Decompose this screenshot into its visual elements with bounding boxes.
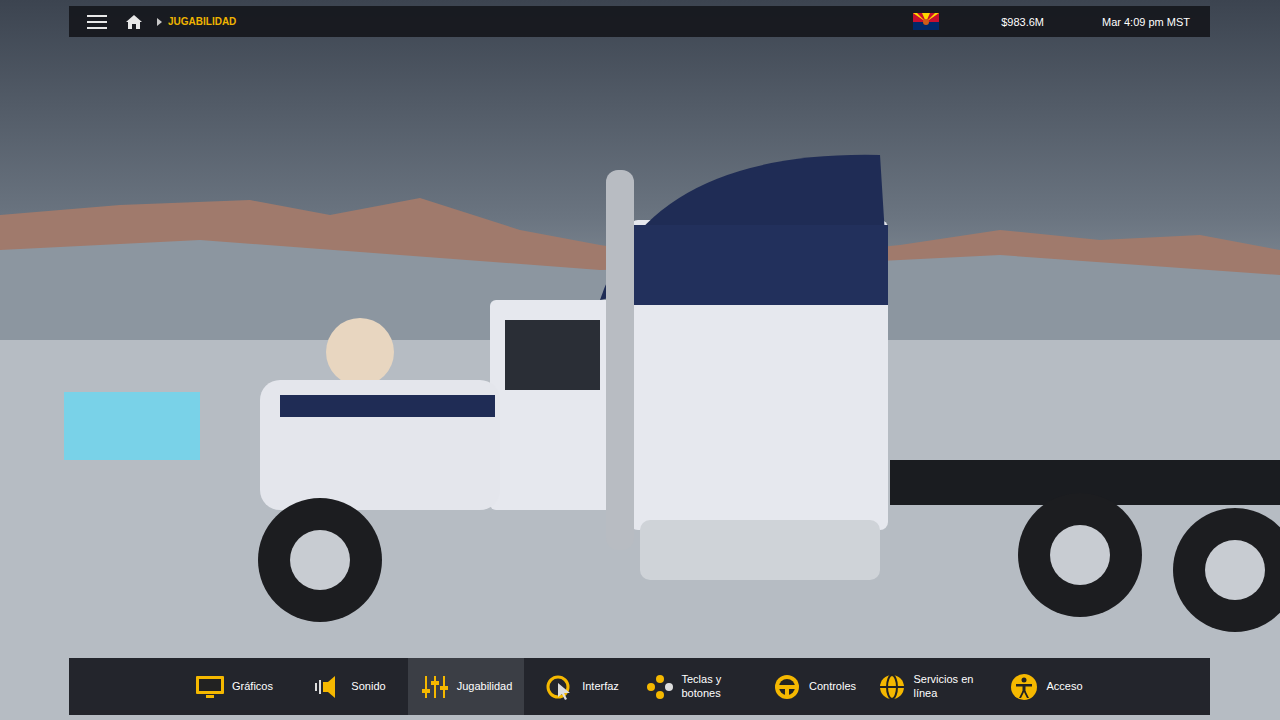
pointer-icon [544,673,576,701]
tab-label: Servicios en línea [914,673,984,701]
game-scene [0,0,1280,720]
ornament [326,318,394,386]
settings-tab[interactable]: Teclas y botones [640,658,756,715]
settings-tab[interactable]: Acceso [988,658,1104,715]
settings-tab[interactable]: Sonido [292,658,408,715]
tab-label: Teclas y botones [682,673,752,701]
settings-tab[interactable]: Servicios en línea [872,658,988,715]
settings-tab[interactable]: Interfaz [524,658,640,715]
tab-label: Gráficos [232,680,273,694]
settings-tab[interactable]: Controles [756,658,872,715]
tab-label: Interfaz [582,680,619,694]
clock: Mar 4:09 pm MST [1102,16,1190,28]
settings-tab-bar: Gráficos Sonido Jugabilidad Interfaz Teclas … [69,658,1210,715]
buttons-icon [644,673,676,701]
settings-screen: JUGABILIDAD $983.6M Mar 4:09 pm MST Gráfico… [0,0,1280,720]
tab-label: Jugabilidad [457,680,513,694]
arizona-flag-icon [913,13,939,30]
speaker-icon [313,673,345,701]
settings-tab[interactable]: Gráficos [176,658,292,715]
menu-icon[interactable] [87,15,107,29]
gift-box [64,392,200,460]
tab-label: Controles [809,680,856,694]
monitor-icon [194,673,226,701]
money: $983.6M [1001,16,1044,28]
breadcrumb[interactable]: JUGABILIDAD [168,16,236,27]
steering-wheel-icon [771,673,803,701]
tab-label: Sonido [351,680,385,694]
settings-tab[interactable]: Jugabilidad [408,658,524,715]
globe-icon [876,673,908,701]
sliders-icon [419,673,451,701]
breadcrumb-arrow-icon [157,18,162,26]
home-icon[interactable] [125,14,143,30]
tab-label: Acceso [1046,680,1082,694]
accessibility-icon [1008,673,1040,701]
top-bar: JUGABILIDAD $983.6M Mar 4:09 pm MST [69,6,1210,37]
truck [258,155,1280,632]
